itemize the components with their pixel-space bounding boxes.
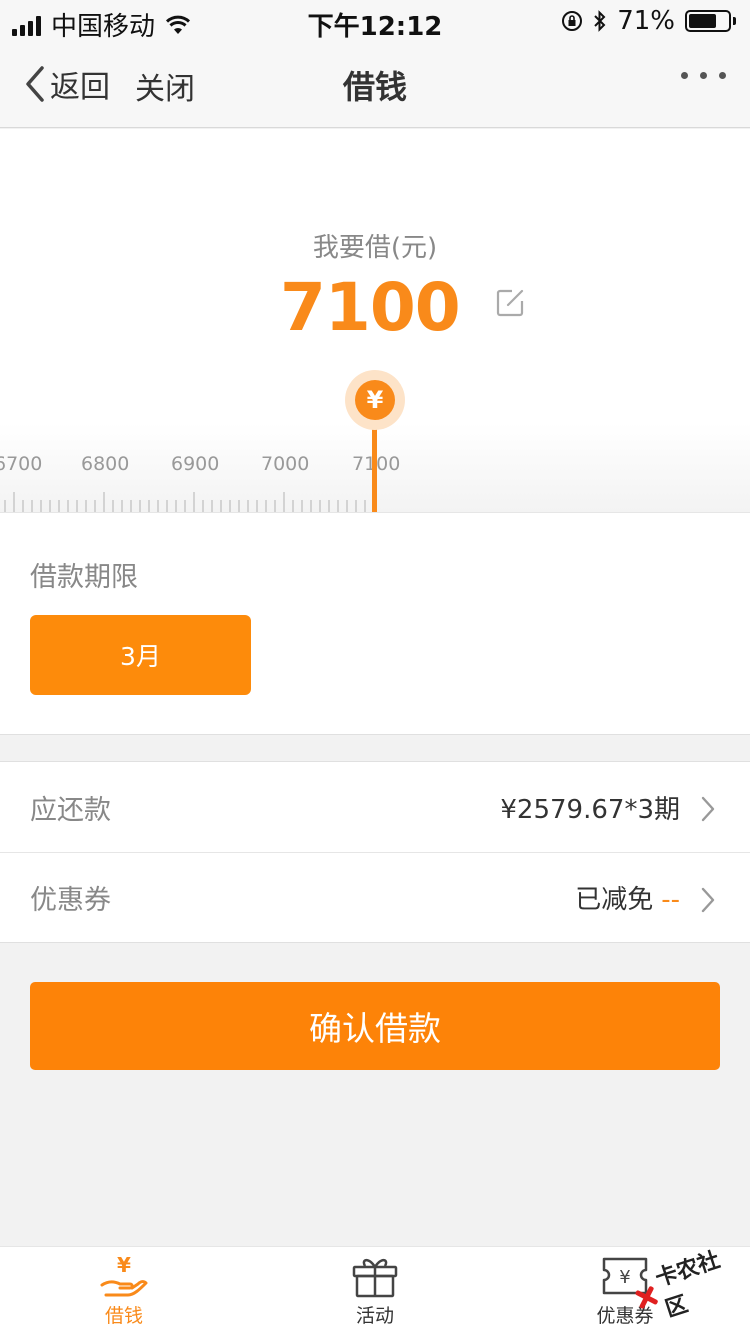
amount-selector: 我要借(元) 7100 6700 6800 6900 7000 7100 ¥ <box>0 129 750 512</box>
amount-value: 7100 <box>280 269 461 346</box>
coupon-status: 已减免 <box>575 885 654 915</box>
confirm-loan-button[interactable]: 确认借款 <box>30 982 720 1070</box>
repayment-row[interactable]: 应还款 ¥2579.67*3期 <box>0 762 750 852</box>
back-label: 返回 <box>50 70 110 105</box>
info-list: 应还款 ¥2579.67*3期 优惠券 已减免 -- <box>0 761 750 943</box>
tab-borrow[interactable]: ¥ 借钱 <box>64 1253 184 1328</box>
page-title: 借钱 <box>342 68 407 106</box>
more-icon[interactable] <box>681 72 726 79</box>
status-bar: 中国移动 下午12:12 71% <box>0 0 750 43</box>
amount-label: 我要借(元) <box>312 233 438 263</box>
tab-label: 活动 <box>355 1305 394 1327</box>
wifi-icon <box>165 15 191 34</box>
edit-icon[interactable] <box>494 287 526 319</box>
gift-icon <box>352 1258 398 1298</box>
ruler-tick-label: 6700 <box>0 453 43 475</box>
status-right: 71% <box>561 6 736 36</box>
nav-bar: 返回 关闭 借钱 <box>0 40 750 128</box>
ruler-tick-label: 6800 <box>81 453 130 475</box>
chevron-right-icon <box>701 887 715 913</box>
carrier-name: 中国移动 <box>51 12 156 42</box>
chevron-left-icon <box>26 66 44 102</box>
signal-icon <box>12 14 41 36</box>
ruler-tick-label: 7000 <box>261 453 310 475</box>
coupon-value: 已减免 -- <box>575 879 680 916</box>
ruler-knob[interactable]: ¥ <box>345 370 405 430</box>
status-left: 中国移动 <box>12 6 191 43</box>
ruler-tick-label: 6900 <box>171 453 220 475</box>
tab-label: 借钱 <box>104 1305 143 1327</box>
bluetooth-icon <box>594 10 606 32</box>
repayment-value: ¥2579.67*3期 <box>500 794 680 825</box>
ruler-pointer <box>372 429 377 512</box>
term-label: 借款期限 <box>30 562 138 593</box>
loan-term-section: 借款期限 3月 <box>0 512 750 735</box>
back-button[interactable]: 返回 <box>22 62 110 106</box>
term-option-button[interactable]: 3月 <box>30 615 251 695</box>
orientation-lock-icon <box>562 11 583 31</box>
svg-text:¥: ¥ <box>117 1253 131 1277</box>
coupon-label: 优惠券 <box>30 885 111 916</box>
coupon-amount: -- <box>661 885 680 915</box>
repayment-label: 应还款 <box>30 794 111 826</box>
battery-icon <box>685 10 736 32</box>
battery-percent: 71% <box>617 6 675 36</box>
close-button[interactable]: 关闭 <box>135 64 195 108</box>
coupon-row[interactable]: 优惠券 已减免 -- <box>0 852 750 942</box>
hand-yuan-icon: ¥ <box>100 1253 148 1297</box>
tab-activity[interactable]: 活动 <box>315 1253 435 1328</box>
chevron-right-icon <box>701 796 715 822</box>
yuan-icon: ¥ <box>355 380 395 420</box>
